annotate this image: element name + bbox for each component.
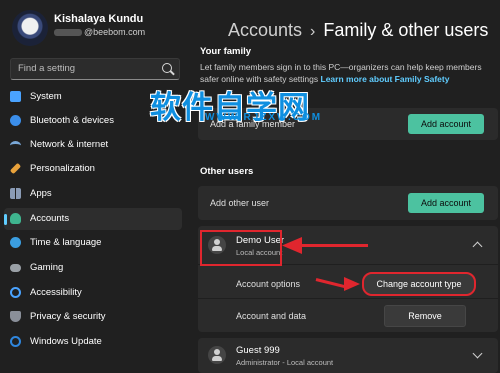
chevron-up-icon[interactable]	[472, 241, 483, 252]
guest-user-card[interactable]: Guest 999 Administrator - Local account	[198, 338, 498, 373]
monitor-icon	[10, 91, 21, 102]
globe-clock-icon	[10, 237, 21, 248]
watermark-url: WWW.RJZXW.COM	[205, 112, 323, 123]
sidebar-item-privacy[interactable]: Privacy & security	[4, 306, 182, 328]
redacted-text	[54, 29, 82, 37]
sidebar-item-accounts[interactable]: Accounts	[4, 208, 182, 230]
gamepad-icon	[10, 264, 21, 272]
account-options-label: Account options	[236, 279, 301, 289]
avatar	[12, 10, 48, 46]
sidebar-item-label: Accounts	[30, 213, 70, 224]
remove-account-button[interactable]: Remove	[384, 305, 466, 327]
sidebar-item-label: Bluetooth & devices	[30, 115, 114, 126]
main-content: Accounts › Family & other users Your famil…	[190, 0, 500, 373]
sidebar-item-label: Time & language	[30, 237, 102, 248]
chevron-down-icon[interactable]	[472, 348, 483, 359]
user-email: @beebom.com	[54, 27, 145, 37]
bluetooth-icon	[10, 115, 21, 126]
divider	[198, 298, 498, 299]
annotation-box	[200, 230, 282, 266]
add-other-user-label: Add other user	[210, 198, 270, 208]
sidebar-item-time-language[interactable]: Time & language	[4, 232, 182, 254]
add-other-user-button[interactable]: Add account	[408, 193, 484, 213]
sidebar-item-apps[interactable]: Apps	[4, 183, 182, 205]
user-profile[interactable]: Kishalaya Kundu @beebom.com	[0, 0, 190, 52]
user-icon	[208, 346, 226, 364]
wifi-icon	[10, 141, 21, 150]
sidebar: Kishalaya Kundu @beebom.com Find a setti…	[0, 0, 190, 373]
guest-user-name: Guest 999	[236, 345, 280, 356]
user-name: Kishalaya Kundu	[54, 13, 144, 25]
sidebar-item-label: Accessibility	[30, 287, 82, 298]
sidebar-item-personalization[interactable]: Personalization	[4, 158, 182, 180]
search-placeholder: Find a setting	[18, 63, 76, 74]
brush-icon	[9, 162, 22, 175]
search-icon	[162, 63, 172, 73]
family-safety-link[interactable]: Learn more about Family Safety	[321, 74, 450, 84]
sidebar-item-label: Privacy & security	[30, 311, 106, 322]
page-title: Family & other users	[323, 20, 489, 40]
arrow-head-icon	[282, 237, 302, 254]
person-icon	[10, 213, 21, 224]
accessibility-icon	[10, 287, 21, 298]
shield-icon	[10, 311, 21, 322]
section-title-other-users: Other users	[200, 166, 254, 177]
account-and-data-label: Account and data	[236, 311, 307, 321]
search-input[interactable]: Find a setting	[10, 58, 180, 80]
sidebar-item-windows-update[interactable]: Windows Update	[4, 331, 182, 353]
section-title-your-family: Your family	[200, 46, 252, 57]
change-account-type-button[interactable]: Change account type	[362, 272, 476, 296]
add-other-user-card: Add other user Add account	[198, 186, 498, 220]
sidebar-item-label: System	[30, 91, 62, 102]
add-family-account-button[interactable]: Add account	[408, 114, 484, 134]
sidebar-item-gaming[interactable]: Gaming	[4, 257, 182, 279]
apps-icon	[10, 188, 21, 199]
breadcrumb-separator: ›	[310, 23, 316, 40]
breadcrumb: Accounts › Family & other users	[228, 20, 488, 41]
sidebar-item-label: Windows Update	[30, 336, 102, 347]
sidebar-item-label: Network & internet	[30, 139, 109, 150]
sidebar-item-label: Apps	[30, 188, 52, 199]
update-icon	[10, 336, 21, 347]
sidebar-item-accessibility[interactable]: Accessibility	[4, 282, 182, 304]
sidebar-item-network[interactable]: Network & internet	[4, 134, 182, 156]
guest-user-type: Administrator - Local account	[236, 358, 334, 367]
arrow-head-icon	[344, 277, 360, 291]
breadcrumb-parent[interactable]: Accounts	[228, 20, 302, 40]
sidebar-item-label: Personalization	[30, 163, 95, 174]
sidebar-item-label: Gaming	[30, 262, 64, 273]
annotation-arrow	[298, 244, 368, 247]
